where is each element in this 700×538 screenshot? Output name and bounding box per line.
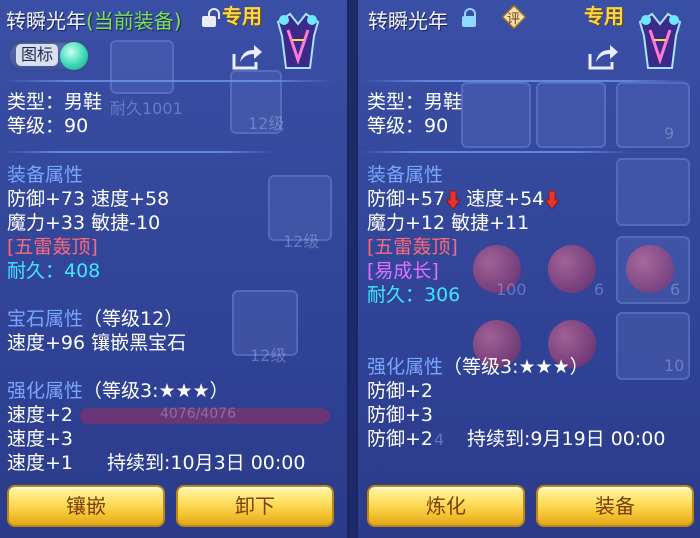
- bg-durability-text: 耐久1001: [110, 99, 183, 118]
- bg-hp-text: 4076/4076: [160, 406, 236, 422]
- enhance-attr-line: 速度+2: [7, 404, 74, 426]
- special-tag: 专用: [584, 4, 624, 28]
- bg-level-text: 12级: [283, 232, 320, 251]
- character-avatar-icon: [270, 10, 326, 70]
- item-level: 等级：90: [7, 115, 89, 137]
- bg-item-slot: [110, 40, 174, 94]
- enhance-attr-line: 防御+2: [367, 380, 434, 402]
- special-attribute: [五雷轰顶]: [367, 236, 458, 258]
- special-attribute: [易成长]: [367, 260, 439, 282]
- toggle-knob: [60, 42, 88, 70]
- enhance-level: （等级3:★★★）: [83, 380, 229, 402]
- gem-attr-row: 宝石属性（等级12）: [7, 307, 183, 331]
- item-level: 等级：90: [367, 115, 449, 137]
- bg-level-text: 12级: [248, 114, 285, 133]
- equip-attr-line: 魔力+33 敏捷-10: [7, 212, 161, 234]
- equip-attr-header: 装备属性: [367, 164, 444, 186]
- share-icon[interactable]: [586, 42, 620, 72]
- speed-attr: 速度+54: [466, 188, 545, 210]
- gem-attr-header: 宝石属性: [7, 308, 84, 330]
- item-name: 转瞬光年: [6, 9, 86, 33]
- equip-attr-line: 防御+73 速度+58: [7, 188, 170, 210]
- down-arrow-icon: [445, 190, 461, 210]
- unequip-button[interactable]: 卸下: [176, 485, 334, 527]
- enhance-level: （等级3:★★★）: [443, 356, 589, 378]
- enhance-attr-header: 强化属性: [367, 356, 444, 378]
- bg-level-text: 12级: [250, 346, 287, 365]
- unlocked-lock-icon[interactable]: [202, 8, 220, 27]
- inlay-button[interactable]: 镶嵌: [7, 485, 165, 527]
- header-divider: [4, 80, 334, 82]
- refine-button[interactable]: 炼化: [367, 485, 525, 527]
- durability-text: 耐久：306: [367, 284, 461, 306]
- enhance-attr-line: 速度+3: [7, 428, 74, 450]
- enhance-attr-row: 强化属性（等级3:★★★）: [7, 379, 229, 403]
- enhance-attr-line: 速度+1: [7, 452, 74, 474]
- expire-time: 持续到:9月19日 00:00: [467, 428, 666, 450]
- item-type: 类型：男鞋: [7, 91, 103, 113]
- section-divider: [360, 151, 630, 153]
- compare-item-details: 专用 类型：男鞋 等级：90 装备属性 防御+57 速度+54 魔力+12 敏捷…: [356, 0, 700, 538]
- equip-attr-header: 装备属性: [7, 164, 84, 186]
- special-tag: 专用: [222, 4, 262, 28]
- icon-toggle[interactable]: 图标: [8, 41, 90, 71]
- gem-attr-line: 速度+96 镶嵌黑宝石: [7, 332, 187, 354]
- defense-attr: 防御+57: [367, 188, 446, 210]
- equipped-item-tooltip: 耐久1001 12级 12级 12级 4076/4076 转瞬光年(当前装备) …: [0, 0, 349, 538]
- special-attribute: [五雷轰顶]: [7, 236, 98, 258]
- equip-button[interactable]: 装备: [536, 485, 694, 527]
- durability-text: 耐久：408: [7, 260, 101, 282]
- toggle-label: 图标: [16, 44, 59, 66]
- expire-time: 持续到:10月3日 00:00: [107, 452, 306, 474]
- item-title: 转瞬光年(当前装备): [6, 5, 182, 34]
- panel-gap: [349, 0, 356, 538]
- enhance-attr-header: 强化属性: [7, 380, 84, 402]
- equip-attr-line: 魔力+12 敏捷+11: [367, 212, 530, 234]
- gem-level: （等级12）: [83, 308, 184, 330]
- enhance-attr-line: 防御+3: [367, 404, 434, 426]
- current-equip-tag: (当前装备): [86, 9, 182, 33]
- section-divider: [4, 151, 274, 153]
- enhance-attr-line: 防御+2: [367, 428, 434, 450]
- enhance-attr-row: 强化属性（等级3:★★★）: [367, 355, 589, 379]
- character-avatar-icon: [632, 10, 688, 70]
- down-arrow-icon: [544, 190, 561, 210]
- share-icon[interactable]: [230, 42, 264, 72]
- equip-attr-line: 防御+57 速度+54: [367, 187, 561, 211]
- item-type: 类型：男鞋: [367, 91, 463, 113]
- header-divider: [360, 80, 690, 82]
